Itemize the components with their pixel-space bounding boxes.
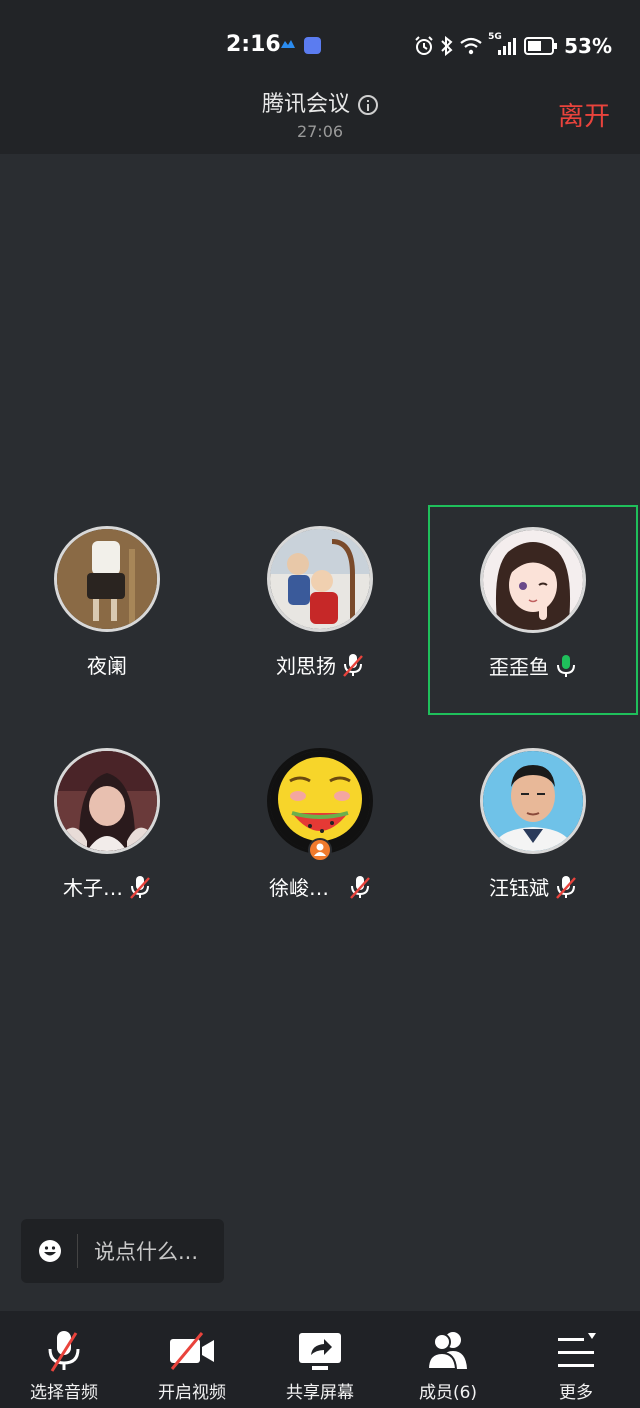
participant-name: 夜阑 xyxy=(87,654,127,678)
leave-button[interactable]: 离开 xyxy=(558,96,610,133)
bottom-toolbar: 选择音频 开启视频 共享屏幕 成员(6) 更多 xyxy=(0,1311,640,1408)
avatar xyxy=(54,526,160,632)
participant-name-row: 徐峻… xyxy=(215,872,425,901)
wifi-icon xyxy=(460,37,482,55)
participant-name-row: 木子… xyxy=(2,872,212,901)
meeting-title: 腾讯会议 xyxy=(261,92,350,117)
participant-name-row: 歪歪鱼 xyxy=(430,651,636,680)
mic-active-icon xyxy=(557,654,575,677)
music-app-icon xyxy=(304,37,321,54)
meeting-title-row[interactable]: 腾讯会议 xyxy=(0,86,640,118)
chat-divider xyxy=(77,1234,78,1268)
mic-muted-icon xyxy=(130,875,150,899)
video-label: 开启视频 xyxy=(158,1383,226,1403)
more-label: 更多 xyxy=(559,1383,593,1403)
participant-tile-active[interactable]: 歪歪鱼 xyxy=(428,505,638,715)
participant-name: 徐峻… xyxy=(269,876,329,900)
members-icon xyxy=(426,1332,467,1370)
mic-muted-icon xyxy=(556,875,576,899)
status-indicators: 5G 53% xyxy=(414,32,612,58)
participant-name: 刘思扬 xyxy=(276,654,336,678)
participant-name-row: 汪钰斌 xyxy=(428,872,638,901)
chat-input[interactable]: 说点什么... xyxy=(21,1219,224,1283)
participant-name: 歪歪鱼 xyxy=(489,655,549,679)
mic-muted-icon xyxy=(343,653,363,677)
share-screen-icon xyxy=(299,1333,341,1370)
meeting-header: 腾讯会议 27:06 离开 xyxy=(0,80,640,154)
status-bar: 2:16 5G 53% xyxy=(0,0,640,80)
participant-name-row: 刘思扬 xyxy=(215,650,425,679)
video-off-icon xyxy=(170,1332,214,1370)
avatar xyxy=(54,748,160,854)
bluetooth-icon xyxy=(441,36,453,56)
meeting-timer: 27:06 xyxy=(296,122,344,141)
participant-tile[interactable]: 木子… xyxy=(2,728,212,938)
participant-tile[interactable]: 夜阑 xyxy=(2,506,212,716)
chat-placeholder: 说点什么... xyxy=(94,1240,199,1264)
more-button[interactable]: 更多 xyxy=(512,1311,640,1408)
more-menu-icon xyxy=(558,1333,596,1367)
participant-tile[interactable]: 刘思扬 xyxy=(215,506,425,716)
share-screen-button[interactable]: 共享屏幕 xyxy=(256,1311,384,1408)
audio-button[interactable]: 选择音频 xyxy=(0,1311,128,1408)
avatar xyxy=(480,748,586,854)
app-notification-icon xyxy=(281,40,295,48)
members-label: 成员(6) xyxy=(418,1383,478,1403)
members-button[interactable]: 成员(6) xyxy=(384,1311,512,1408)
video-button[interactable]: 开启视频 xyxy=(128,1311,256,1408)
battery-icon xyxy=(524,37,558,55)
participant-name-row: 夜阑 xyxy=(2,650,212,679)
mic-muted-icon xyxy=(350,875,370,899)
avatar xyxy=(480,527,586,633)
signal-icon: 5G xyxy=(488,32,518,56)
participant-tile[interactable]: 徐峻… xyxy=(215,728,425,938)
host-badge-icon xyxy=(308,838,332,862)
alarm-icon xyxy=(415,36,433,55)
audio-label: 选择音频 xyxy=(30,1383,98,1403)
info-icon[interactable] xyxy=(358,94,378,115)
participant-name: 木子… xyxy=(63,876,123,900)
participant-tile[interactable]: 汪钰斌 xyxy=(428,728,638,938)
emoji-icon[interactable] xyxy=(38,1239,62,1263)
participant-name: 汪钰斌 xyxy=(489,876,549,900)
avatar xyxy=(267,526,373,632)
mic-off-icon xyxy=(48,1331,80,1372)
status-time: 2:16 xyxy=(226,32,281,57)
share-label: 共享屏幕 xyxy=(286,1383,354,1403)
battery-percent: 53% xyxy=(564,34,612,58)
